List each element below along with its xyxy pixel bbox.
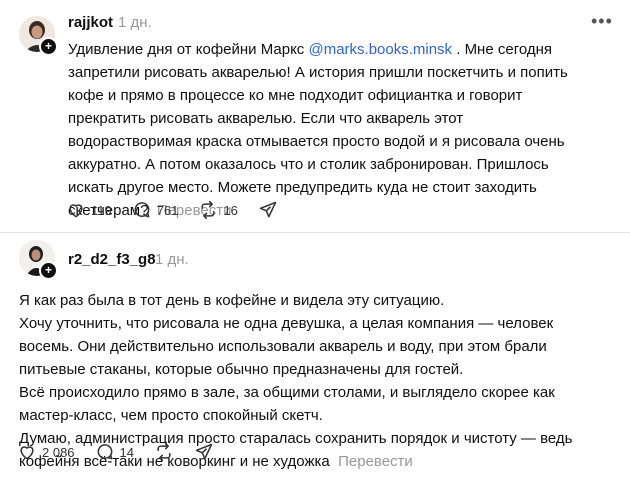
comment-button[interactable]: 761 — [132, 200, 179, 220]
share-send-icon — [259, 201, 277, 218]
post-timestamp: 1 дн. — [118, 14, 152, 31]
follow-plus-icon[interactable]: + — [39, 261, 58, 280]
like-button[interactable]: 119 — [66, 200, 112, 220]
post-actions: 119 761 16 — [66, 200, 298, 220]
post-card: + rajjkot 1 дн. ••• Удивление дня от коф… — [0, 0, 630, 232]
heart-icon — [20, 446, 34, 460]
repost-icon — [201, 200, 216, 220]
heart-icon — [69, 204, 83, 218]
like-button[interactable]: 2 086 — [17, 442, 75, 462]
translate-link[interactable]: Перевести — [338, 453, 413, 470]
repost-button[interactable]: 16 — [198, 200, 238, 220]
repost-icon — [157, 442, 171, 462]
post-actions: 2 086 14 — [17, 442, 234, 462]
more-dots-icon[interactable]: ••• — [591, 11, 613, 32]
follow-plus-icon[interactable]: + — [39, 37, 58, 56]
post-text-line: Всё происходило прямо в зале, за общими … — [19, 384, 555, 424]
comment-bubble-icon — [97, 444, 112, 460]
comment-bubble-icon — [134, 202, 150, 218]
like-count: 2 086 — [42, 444, 75, 460]
post-text-rest: . Мне сегодня запретили рисовать акварел… — [68, 41, 568, 219]
repost-button[interactable] — [154, 442, 174, 462]
post-text-start: Удивление дня от кофейни Маркс — [68, 41, 309, 58]
author-username[interactable]: r2_d2_f3_g8 — [68, 251, 156, 268]
comment-button[interactable]: 14 — [95, 442, 134, 462]
post-text-line: Я как раз была в тот день в кофейне и ви… — [19, 292, 445, 309]
comment-count: 761 — [156, 202, 179, 218]
share-send-icon — [195, 443, 213, 460]
comment-count: 14 — [119, 444, 135, 460]
mention-link[interactable]: @marks.books.minsk — [308, 41, 452, 58]
post-text: Удивление дня от кофейни Маркс @marks.bo… — [68, 38, 588, 222]
author-username[interactable]: rajjkot — [68, 14, 113, 31]
like-count: 119 — [91, 202, 112, 218]
share-button[interactable] — [258, 200, 278, 220]
share-button[interactable] — [194, 442, 214, 462]
post-card: + r2_d2_f3_g8 1 дн. Я как раз была в тот… — [0, 232, 630, 503]
post-timestamp: 1 дн. — [155, 251, 189, 268]
repost-count: 16 — [223, 202, 238, 218]
post-text-line: Хочу уточнить, что рисовала не одна деву… — [19, 315, 554, 378]
